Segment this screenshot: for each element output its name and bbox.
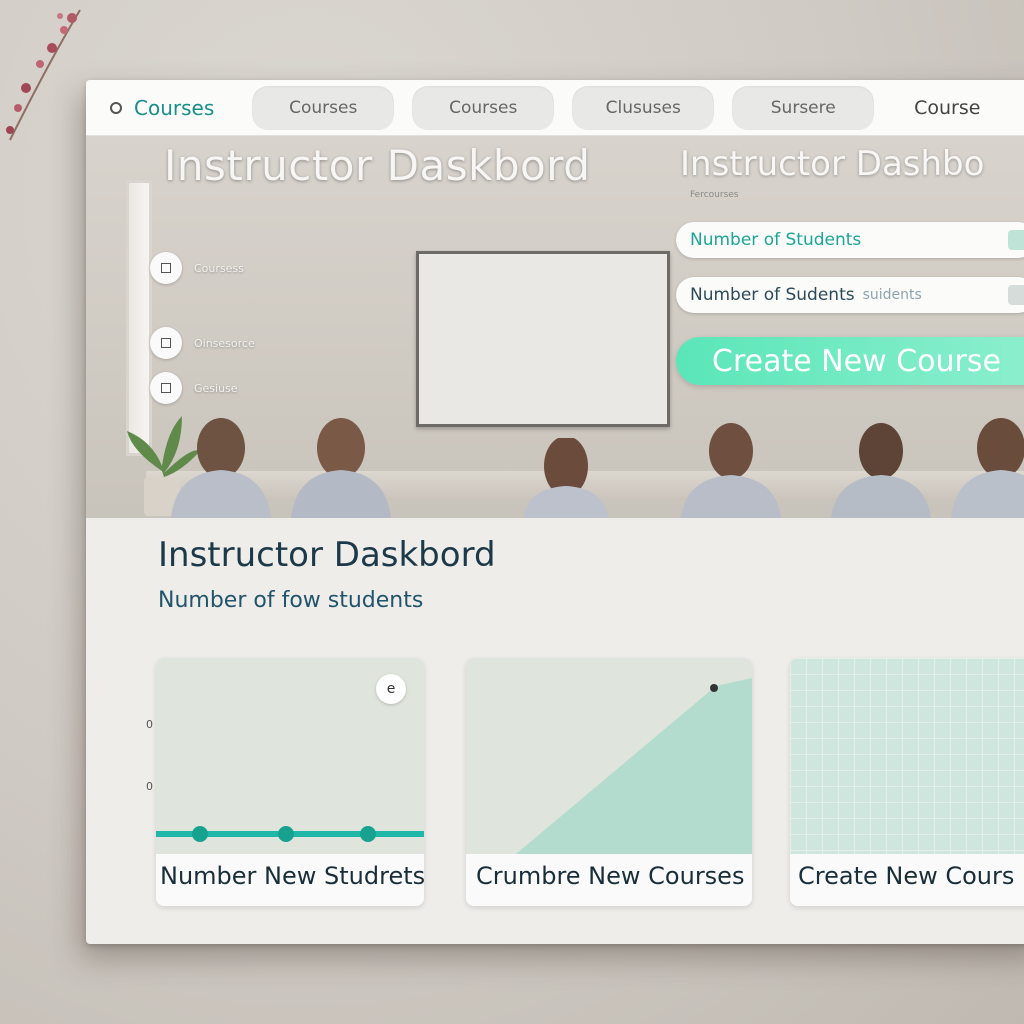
app-window: Courses Courses Courses Clususes Sursere…	[86, 80, 1024, 944]
nav-tab-3[interactable]: Clususes	[572, 85, 715, 130]
nav-circle-icon[interactable]	[110, 101, 122, 114]
top-nav: Courses Courses Courses Clususes Sursere…	[86, 80, 1024, 136]
stat-sudents-pill[interactable]: Number of Sudents suidents	[676, 277, 1024, 313]
page-title: Instructor Daskbord	[158, 535, 496, 575]
side-item-label: Coursess	[194, 261, 244, 275]
side-item-label: Gesiuse	[194, 381, 238, 395]
side-item-1[interactable]: Coursess	[150, 252, 244, 284]
card-label: Create New Cours	[798, 862, 1015, 890]
card-grid-chart	[790, 658, 1024, 854]
page-subtitle: Number of fow students	[158, 588, 424, 613]
axis-tick-a: 0	[146, 718, 153, 731]
student-silhouette	[171, 418, 271, 518]
right-panel-title: Instructor Dashbo	[680, 144, 985, 184]
student-silhouette	[524, 438, 608, 518]
card-area-chart	[466, 658, 752, 854]
card-label: Number New Studrets	[160, 862, 424, 890]
card-new-students[interactable]: e Number New Studrets	[156, 658, 424, 906]
side-item-icon	[150, 327, 182, 359]
right-panel: Instructor Dashbo Fercourses Number of S…	[676, 136, 1024, 518]
nav-brand-courses[interactable]: Courses	[134, 96, 214, 120]
stat-students-label: Number of Students	[690, 230, 862, 250]
side-item-3[interactable]: Gesiuse	[150, 372, 238, 404]
hero-title: Instructor Daskbord	[164, 141, 591, 190]
stat-sudents-suffix: suidents	[862, 287, 922, 303]
classroom-whiteboard	[416, 251, 670, 427]
hero-banner: Instructor Daskbord Coursess Oinsesorce …	[86, 136, 1024, 518]
side-item-2[interactable]: Oinsesorce	[150, 327, 255, 359]
side-item-icon	[150, 372, 182, 404]
nav-tab-1[interactable]: Courses	[252, 85, 395, 130]
side-item-icon	[150, 252, 182, 284]
create-new-course-button[interactable]: Create New Course	[676, 337, 1024, 385]
pill-toggle[interactable]	[1008, 230, 1024, 250]
nav-link-course[interactable]: Course	[892, 86, 1002, 130]
card-badge[interactable]: e	[376, 674, 406, 704]
stat-students-pill[interactable]: Number of Students	[676, 222, 1024, 258]
side-item-label: Oinsesorce	[194, 336, 255, 350]
right-panel-subtitle: Fercourses	[690, 190, 739, 200]
nav-tab-4[interactable]: Sursere	[732, 85, 875, 130]
decorative-branch	[6, 9, 81, 141]
card-new-courses[interactable]: Crumbre New Courses	[466, 658, 752, 906]
card-create-course[interactable]: Create New Cours	[790, 658, 1024, 906]
student-silhouette	[291, 418, 391, 518]
pill-toggle[interactable]	[1008, 285, 1024, 305]
nav-tab-2[interactable]: Courses	[412, 85, 555, 130]
axis-tick-b: 0	[146, 780, 153, 793]
card-label: Crumbre New Courses	[476, 862, 745, 890]
stat-sudents-label: Number of Sudents	[690, 285, 855, 305]
